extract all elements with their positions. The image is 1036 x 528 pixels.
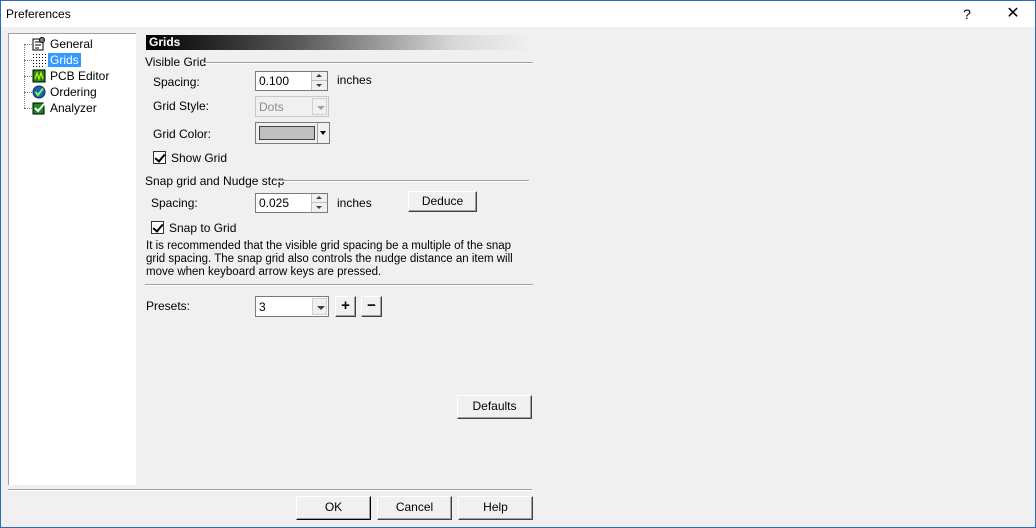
- tree-item-general[interactable]: General: [9, 36, 129, 52]
- add-preset-button[interactable]: +: [335, 296, 356, 317]
- help-title-button[interactable]: ?: [945, 1, 989, 27]
- presets-separator: [145, 284, 533, 286]
- grids-icon: [33, 54, 46, 67]
- snap-to-grid-checkbox[interactable]: [151, 221, 164, 234]
- presets-label: Presets:: [146, 299, 191, 313]
- presets-value: 3: [259, 300, 266, 314]
- snap-spacing-label: Spacing:: [151, 196, 198, 210]
- grid-style-dropdown-icon: [312, 98, 327, 115]
- preferences-tree: General Grids PCB Editor Ordering Analyz…: [8, 33, 136, 485]
- tree-item-analyzer[interactable]: Analyzer: [9, 100, 129, 116]
- grid-color-label: Grid Color:: [153, 127, 212, 141]
- tree-label-general: General: [50, 37, 93, 51]
- snap-spacing-value: 0.025: [259, 196, 290, 210]
- tree-item-grids[interactable]: Grids: [9, 52, 129, 68]
- grid-style-label: Grid Style:: [153, 99, 210, 113]
- snap-spacing-units: inches: [337, 196, 372, 210]
- window-title: Preferences: [6, 7, 71, 21]
- general-icon: [32, 37, 45, 51]
- snap-spacing-up-button[interactable]: [312, 194, 327, 203]
- snap-spacing-input[interactable]: 0.025: [255, 193, 328, 213]
- close-button[interactable]: ✕: [991, 1, 1035, 27]
- grid-spacing-input[interactable]: 0.100: [255, 71, 328, 91]
- panel-header-title: Grids: [149, 35, 181, 49]
- pcb-editor-icon: [32, 69, 46, 83]
- tree-label-pcb-editor: PCB Editor: [50, 69, 110, 83]
- snap-grid-note: It is recommended that the visible grid …: [146, 240, 513, 278]
- remove-preset-button[interactable]: −: [361, 296, 382, 317]
- show-grid-checkbox[interactable]: [153, 151, 166, 164]
- grid-spacing-down-button[interactable]: [312, 81, 327, 90]
- ordering-icon: [32, 85, 46, 99]
- help-button[interactable]: Help: [458, 496, 533, 520]
- analyzer-icon: [32, 102, 46, 115]
- visible-grid-group-label: Visible Grid: [145, 55, 207, 69]
- tree-label-grids: Grids: [48, 53, 81, 67]
- preferences-dialog: Preferences ? ✕ General Grids PCB Editor…: [0, 0, 1036, 528]
- title-bar: Preferences ? ✕: [1, 1, 1035, 27]
- presets-dropdown-icon: [312, 298, 327, 315]
- snap-grid-separator: [273, 180, 529, 182]
- grid-spacing-units: inches: [337, 73, 372, 87]
- cancel-button[interactable]: Cancel: [377, 496, 452, 520]
- visible-grid-separator: [203, 62, 533, 64]
- grid-style-select[interactable]: Dots: [255, 96, 329, 117]
- snap-spacing-down-button[interactable]: [312, 203, 327, 212]
- tree-item-pcb-editor[interactable]: PCB Editor: [9, 68, 129, 84]
- footer-separator: [8, 489, 532, 491]
- grid-spacing-label: Spacing:: [153, 75, 200, 89]
- ok-button[interactable]: OK: [296, 496, 371, 520]
- snap-grid-group-label: Snap grid and Nudge step: [145, 174, 285, 188]
- defaults-button[interactable]: Defaults: [457, 395, 532, 419]
- grid-style-value: Dots: [259, 100, 284, 114]
- show-grid-label: Show Grid: [171, 151, 228, 165]
- tree-label-analyzer: Analyzer: [50, 101, 97, 115]
- grid-color-dropdown-icon: [317, 123, 329, 143]
- grid-color-picker[interactable]: [255, 122, 330, 144]
- tree-label-ordering: Ordering: [50, 85, 97, 99]
- grid-color-swatch: [259, 126, 315, 140]
- tree-item-ordering[interactable]: Ordering: [9, 84, 129, 100]
- deduce-button[interactable]: Deduce: [408, 191, 477, 212]
- grid-spacing-value: 0.100: [259, 74, 290, 88]
- presets-select[interactable]: 3: [255, 296, 329, 317]
- grid-spacing-up-button[interactable]: [312, 72, 327, 81]
- panel-header: Grids: [146, 35, 531, 50]
- snap-to-grid-label: Snap to Grid: [169, 221, 237, 235]
